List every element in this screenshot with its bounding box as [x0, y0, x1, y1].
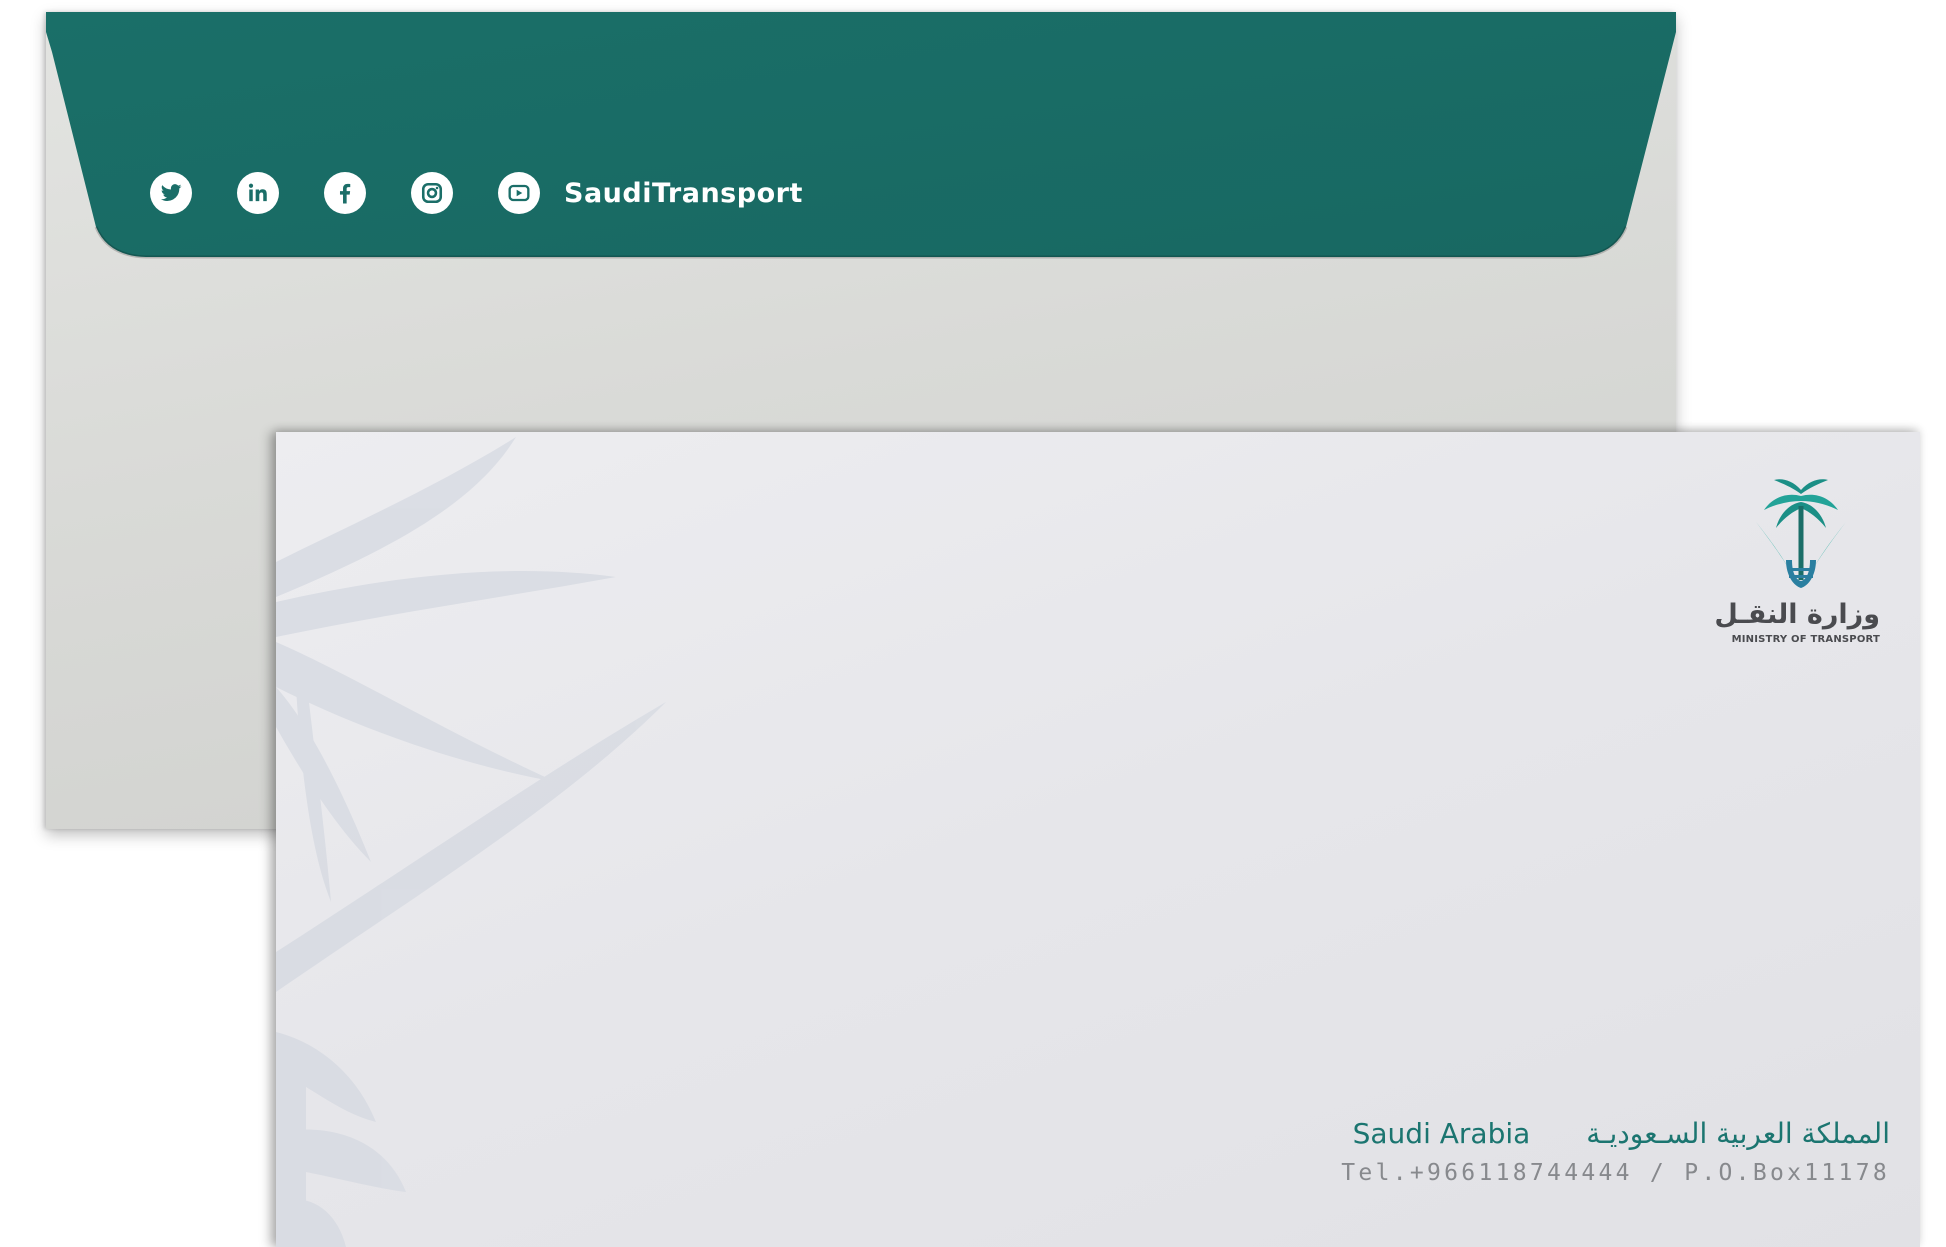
ministry-name-arabic: وزارة النقـل [1714, 599, 1880, 630]
linkedin-icon [237, 172, 279, 214]
ministry-logo: وزارة النقـل MINISTRY OF TRANSPORT [1714, 476, 1886, 645]
ministry-name-english: MINISTRY OF TRANSPORT [1731, 634, 1880, 645]
front-envelope: وزارة النقـل MINISTRY OF TRANSPORT Saudi… [276, 432, 1920, 1247]
youtube-icon [498, 172, 540, 214]
palm-watermark [276, 437, 666, 1247]
palm-emblem-icon [1756, 479, 1846, 588]
contact-details: Tel.+966118744444 / P.O.Box11178 [1341, 1160, 1890, 1186]
social-handle: SaudiTransport [564, 177, 803, 209]
country-name-english: Saudi Arabia [1352, 1117, 1531, 1150]
address-block: Saudi Arabia المملكة العربية السـعوديـة … [1090, 1117, 1890, 1186]
instagram-icon [411, 172, 453, 214]
stationery-mockup: SaudiTransport وزارة النقـل MINISTRY OF … [0, 0, 1946, 1247]
facebook-icon [324, 172, 366, 214]
social-media-row: SaudiTransport [150, 167, 803, 219]
country-line: Saudi Arabia المملكة العربية السـعوديـة [1090, 1117, 1890, 1150]
country-name-arabic: المملكة العربية السـعوديـة [1586, 1117, 1890, 1150]
twitter-icon [150, 172, 192, 214]
envelope-flap [46, 12, 1676, 259]
